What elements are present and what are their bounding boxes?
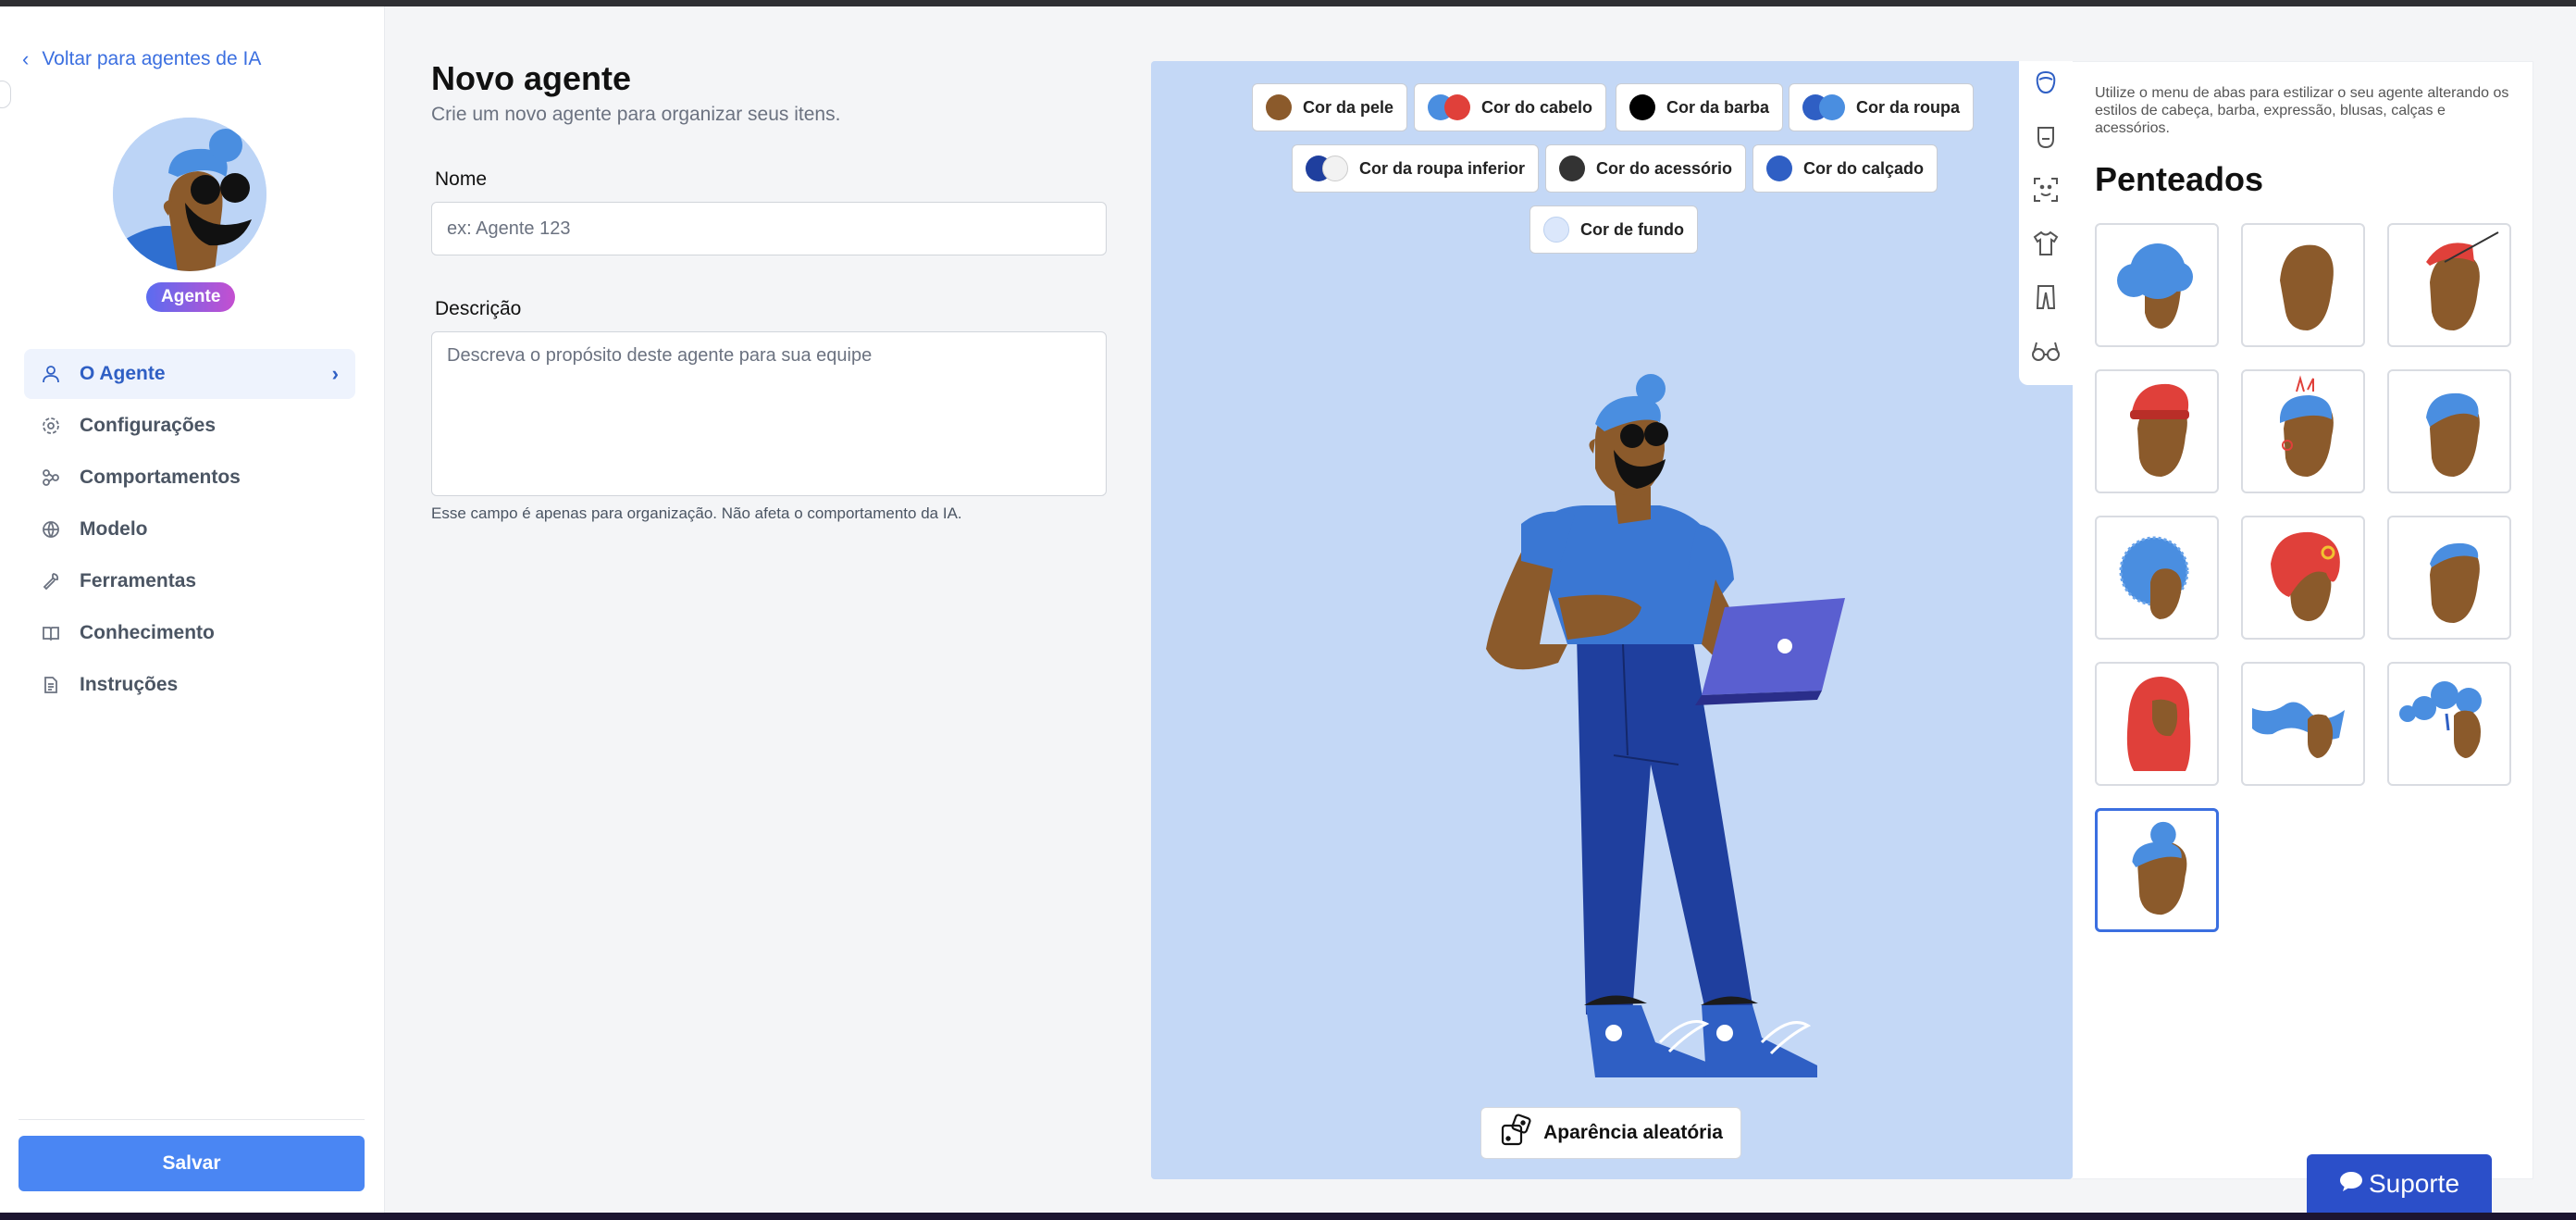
name-label: Nome: [435, 168, 488, 190]
hair-color-chip[interactable]: Cor do cabelo: [1414, 83, 1607, 131]
hairstyle-tile[interactable]: [2241, 223, 2365, 347]
save-button[interactable]: Salvar: [19, 1136, 365, 1191]
chip-label: Cor da roupa: [1856, 97, 1961, 117]
pants-icon[interactable]: [2030, 281, 2062, 313]
chevron-left-icon: ‹: [22, 47, 30, 70]
nodes-icon: [41, 467, 61, 488]
sidebar-item-label: Ferramentas: [80, 570, 197, 591]
sidebar-nav: O Agente › Configurações Comportamentos …: [24, 349, 355, 712]
shirt-icon[interactable]: [2030, 228, 2062, 259]
gear-icon: [41, 416, 61, 436]
wrench-icon: [41, 571, 61, 591]
hairstyle-tile[interactable]: [2241, 662, 2365, 786]
sidebar-collapse-handle[interactable]: [0, 81, 11, 108]
sidebar-item-modelo[interactable]: Modelo: [24, 504, 355, 554]
chip-label: Cor do acessório: [1596, 158, 1733, 178]
background-color-swatch: [1543, 217, 1569, 243]
agent-form: Novo agente Crie um novo agente para org…: [431, 59, 1107, 522]
window-bottom-bar: [0, 1213, 2576, 1220]
panel-title: Penteados: [2095, 160, 2264, 198]
description-label: Descrição: [435, 298, 522, 319]
sidebar-item-label: Configurações: [80, 415, 217, 436]
sidebar-item-instrucoes[interactable]: Instruções: [24, 660, 355, 710]
chip-label: Cor da pele: [1303, 97, 1394, 117]
panel-hint: Utilize o menu de abas para estilizar o …: [2095, 85, 2509, 136]
accessory-color-chip[interactable]: Cor do acessório: [1545, 144, 1747, 193]
sidebar-item-comportamentos[interactable]: Comportamentos: [24, 453, 355, 503]
style-tabs: [2019, 61, 2073, 385]
face-icon[interactable]: [2030, 174, 2062, 205]
user-icon: [41, 364, 61, 384]
dice-icon: [1499, 1113, 1534, 1153]
avatar: [113, 118, 266, 271]
hairstyle-tile[interactable]: [2387, 223, 2511, 347]
sidebar-item-label: Modelo: [80, 518, 148, 540]
clothes-color-swatch: [1802, 94, 1845, 120]
back-link[interactable]: ‹ Voltar para agentes de IA: [22, 47, 261, 71]
name-field[interactable]: ex: Agente 123: [431, 202, 1107, 255]
window-top-bar: [0, 0, 2576, 6]
page-title: Novo agente: [431, 59, 632, 97]
beard-color-chip[interactable]: Cor da barba: [1616, 83, 1784, 131]
sidebar-item-label: Conhecimento: [80, 622, 215, 643]
shoe-color-swatch: [1766, 156, 1792, 181]
chevron-right-icon: ›: [331, 362, 339, 385]
clothes-color-chip[interactable]: Cor da roupa: [1789, 83, 1975, 131]
page-subtitle: Crie um novo agente para organizar seus …: [431, 104, 841, 125]
sidebar-item-label: O Agente: [80, 363, 166, 384]
back-link-label: Voltar para agentes de IA: [42, 48, 262, 69]
styles-panel: Utilize o menu de abas para estilizar o …: [2073, 61, 2533, 1179]
sidebar-divider: [19, 1119, 365, 1120]
pants-color-swatch: [1306, 156, 1348, 181]
glasses-icon[interactable]: [2030, 335, 2062, 367]
skin-color-chip[interactable]: Cor da pele: [1252, 83, 1408, 131]
sidebar-item-conhecimento[interactable]: Conhecimento: [24, 608, 355, 658]
hairstyle-tile[interactable]: [2095, 662, 2219, 786]
chip-label: Cor da roupa inferior: [1359, 158, 1526, 178]
globe-icon: [41, 519, 61, 540]
document-icon: [41, 675, 61, 695]
pants-color-chip[interactable]: Cor da roupa inferior: [1292, 144, 1540, 193]
random-appearance-label: Aparência aleatória: [1543, 1122, 1723, 1143]
sidebar-item-label: Comportamentos: [80, 467, 241, 488]
agent-character-illustration: [1486, 374, 1845, 1077]
hairstyle-tile[interactable]: [2241, 516, 2365, 640]
avatar-editor-canvas: Cor da pele Cor do cabelo Cor da barba C…: [1151, 61, 2073, 1179]
hair-color-swatch: [1428, 94, 1470, 120]
agent-badge: Agente: [146, 282, 236, 312]
support-label: Suporte: [2368, 1168, 2460, 1198]
background-color-chip[interactable]: Cor de fundo: [1530, 205, 1698, 254]
avatar-illustration: [113, 118, 266, 271]
beard-color-swatch: [1629, 94, 1655, 120]
sidebar-item-configuracoes[interactable]: Configurações: [24, 401, 355, 451]
accessory-color-swatch: [1559, 156, 1585, 181]
chat-bubble-icon: [2339, 1169, 2363, 1199]
beard-icon[interactable]: [2030, 120, 2062, 152]
chip-label: Cor da barba: [1666, 97, 1770, 117]
sidebar-item-label: Instruções: [80, 674, 179, 695]
hairstyle-tile[interactable]: [2095, 516, 2219, 640]
book-icon: [41, 623, 61, 643]
hairstyle-tile[interactable]: [2095, 223, 2219, 347]
hairstyle-tile[interactable]: [2095, 369, 2219, 493]
random-appearance-button[interactable]: Aparência aleatória: [1480, 1107, 1741, 1159]
hairstyle-tile[interactable]: [2387, 662, 2511, 786]
hairstyle-tile-selected[interactable]: [2095, 808, 2219, 932]
shoe-color-chip[interactable]: Cor do calçado: [1752, 144, 1938, 193]
description-field[interactable]: Descreva o propósito deste agente para s…: [431, 331, 1107, 496]
hairstyle-tile[interactable]: [2387, 516, 2511, 640]
sidebar-item-ferramentas[interactable]: Ferramentas: [24, 556, 355, 606]
hairstyle-tile[interactable]: [2241, 369, 2365, 493]
chip-label: Cor de fundo: [1580, 219, 1684, 239]
hair-icon[interactable]: [2030, 67, 2062, 98]
sidebar-item-o-agente[interactable]: O Agente ›: [24, 349, 355, 399]
chip-label: Cor do calçado: [1803, 158, 1925, 178]
support-button[interactable]: Suporte: [2307, 1154, 2492, 1213]
sidebar: ‹ Voltar para agentes de IA Agente O Age…: [0, 6, 385, 1213]
chip-label: Cor do cabelo: [1481, 97, 1593, 117]
hairstyle-tile[interactable]: [2387, 369, 2511, 493]
skin-color-swatch: [1266, 94, 1292, 120]
description-hint: Esse campo é apenas para organização. Nã…: [431, 504, 962, 522]
